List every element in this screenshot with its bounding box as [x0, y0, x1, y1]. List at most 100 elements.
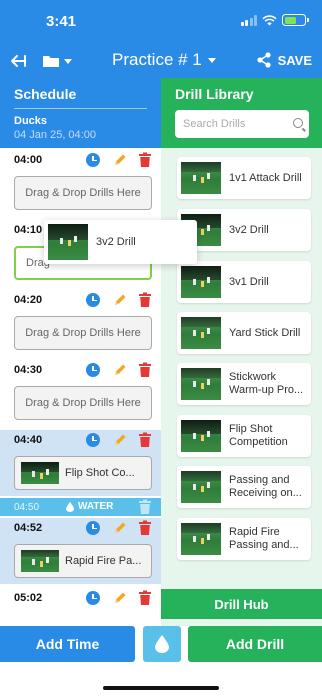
back-button[interactable] — [8, 51, 28, 71]
add-water-button[interactable] — [143, 626, 181, 662]
status-time: 3:41 — [46, 13, 77, 30]
pencil-icon[interactable] — [112, 152, 128, 168]
drill-card[interactable]: Passing and Receiving on... — [177, 466, 311, 508]
trash-icon[interactable] — [138, 362, 152, 378]
drop-zone[interactable]: Drag & Drop Drills Here — [14, 386, 152, 420]
drill-label: Rapid Fire Passing and... — [229, 526, 299, 551]
search-icon — [293, 118, 303, 128]
folder-menu-button[interactable] — [42, 52, 74, 70]
pencil-icon[interactable] — [112, 292, 128, 308]
library-title: Drill Library — [175, 86, 254, 102]
save-label: SAVE — [277, 52, 312, 68]
slot-time: 04:30 — [14, 364, 43, 376]
slot-time: 04:20 — [14, 294, 43, 306]
drill-card[interactable]: Stickwork Warm-up Pro... — [177, 363, 311, 405]
schedule-panel: Schedule Ducks 04 Jan 25, 04:00 04:00 Dr… — [0, 78, 161, 626]
save-button[interactable]: SAVE — [256, 52, 312, 68]
signal-icon — [240, 14, 257, 26]
wifi-icon — [262, 14, 277, 25]
drill-thumbnail — [181, 523, 221, 555]
water-label: WATER — [78, 501, 114, 512]
schedule-slot: 04:30 Drag & Drop Drills Here — [0, 360, 161, 430]
slot-time: 04:52 — [14, 522, 43, 534]
dragging-drill-card[interactable]: 3v2 Drill — [44, 220, 197, 264]
drill-thumbnail — [48, 224, 88, 260]
drill-card[interactable]: 3v2 Drill — [177, 209, 311, 251]
clock-icon[interactable] — [86, 433, 100, 447]
search-input[interactable]: Search Drills — [175, 110, 309, 138]
schedule-slot: 04:52 Rapid Fire Pa... — [0, 518, 161, 584]
drop-zone[interactable]: Drag & Drop Drills Here — [14, 316, 152, 350]
pencil-icon[interactable] — [112, 520, 128, 536]
slot-header: 04:30 — [0, 360, 161, 382]
slot-header: 04:00 — [0, 150, 161, 172]
add-time-button[interactable]: Add Time — [0, 626, 135, 662]
schedule-header: Schedule Ducks 04 Jan 25, 04:00 — [0, 78, 161, 148]
drill-thumbnail — [21, 550, 59, 572]
drill-card[interactable]: Rapid Fire Passing and... — [177, 518, 311, 560]
scheduled-drill-label: Flip Shot Co... — [65, 467, 135, 479]
trash-icon[interactable] — [138, 152, 152, 168]
slot-header: 05:02 — [0, 588, 161, 610]
pencil-icon[interactable] — [112, 432, 128, 448]
drill-card[interactable]: 3v1 Drill — [177, 261, 311, 303]
drill-label: 1v1 Attack Drill — [229, 171, 302, 184]
clock-icon[interactable] — [86, 153, 100, 167]
water-label-group: WATER — [66, 501, 113, 512]
slot-time: 04:00 — [14, 154, 43, 166]
status-icons — [240, 14, 309, 26]
drill-thumbnail — [181, 317, 221, 349]
schedule-slot: 05:02 — [0, 588, 161, 626]
pencil-icon[interactable] — [112, 362, 128, 378]
drill-thumbnail — [21, 462, 59, 484]
clock-icon[interactable] — [86, 521, 100, 535]
drill-card[interactable]: Flip Shot Competition — [177, 415, 311, 457]
top-bar: 3:41 Practice # 1 SAVE — [0, 0, 322, 78]
chevron-down-icon — [64, 58, 72, 64]
slot-header: 04:20 — [0, 290, 161, 312]
schedule-slot: 04:00 Drag & Drop Drills Here — [0, 150, 161, 220]
schedule-title: Schedule — [14, 86, 147, 109]
drill-label: Stickwork Warm-up Pro... — [229, 371, 304, 396]
session-date: 04 Jan 25, 04:00 — [14, 129, 96, 141]
trash-icon[interactable] — [138, 292, 152, 308]
drill-card[interactable]: Yard Stick Drill — [177, 312, 311, 354]
nav-bar: Practice # 1 SAVE — [0, 48, 322, 76]
pencil-icon[interactable] — [112, 590, 128, 606]
drill-label: Passing and Receiving on... — [229, 474, 302, 499]
trash-icon[interactable] — [138, 499, 152, 515]
folder-icon — [43, 56, 59, 67]
chevron-down-icon — [207, 57, 216, 63]
add-drill-button[interactable]: Add Drill — [188, 626, 322, 662]
schedule-slot: 04:40 Flip Shot Co... — [0, 430, 161, 496]
drill-thumbnail — [181, 162, 221, 194]
scheduled-drill[interactable]: Rapid Fire Pa... — [14, 544, 152, 578]
schedule-slot: 04:20 Drag & Drop Drills Here — [0, 290, 161, 360]
drill-label: 3v1 Drill — [229, 275, 269, 288]
team-name: Ducks — [14, 115, 48, 127]
slot-time: 05:02 — [14, 592, 43, 604]
slot-header: 04:52 — [0, 518, 161, 540]
drill-thumbnail — [181, 420, 221, 452]
slot-time: 04:40 — [14, 434, 43, 446]
drill-card[interactable]: 1v1 Attack Drill — [177, 157, 311, 199]
trash-icon[interactable] — [138, 590, 152, 606]
clock-icon[interactable] — [86, 591, 100, 605]
scheduled-drill[interactable]: Flip Shot Co... — [14, 456, 152, 490]
drill-thumbnail — [181, 368, 221, 400]
trash-icon[interactable] — [138, 520, 152, 536]
library-header: Drill Library Search Drills — [161, 78, 322, 148]
clock-icon[interactable] — [86, 363, 100, 377]
trash-icon[interactable] — [138, 432, 152, 448]
drop-zone[interactable]: Drag & Drop Drills Here — [14, 176, 152, 210]
water-time: 04:50 — [14, 502, 40, 513]
drill-hub-button[interactable]: Drill Hub — [161, 589, 322, 619]
water-drop-icon — [66, 501, 74, 512]
drill-thumbnail — [181, 266, 221, 298]
scheduled-drill-label: Rapid Fire Pa... — [65, 555, 142, 567]
slot-time: 04:10 — [14, 224, 43, 236]
drill-label: Flip Shot Competition — [229, 423, 288, 448]
practice-title-dropdown[interactable]: Practice # 1 — [112, 50, 216, 70]
clock-icon[interactable] — [86, 293, 100, 307]
practice-title: Practice # 1 — [112, 50, 202, 69]
